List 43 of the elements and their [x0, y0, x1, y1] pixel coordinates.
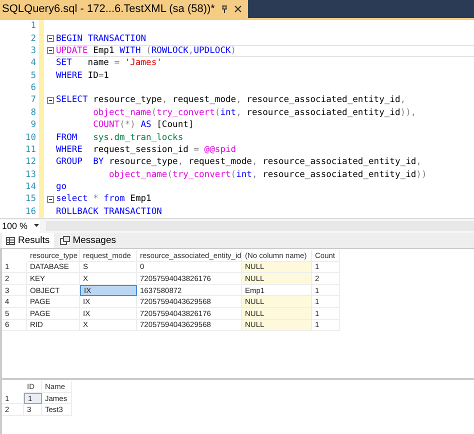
line-number: 8: [30, 108, 36, 118]
results-tab[interactable]: Results: [2, 233, 54, 248]
code-line: object_name(try_convert(int, resource_associated_entity_id)),: [92, 108, 416, 118]
caret-icon: [34, 224, 39, 228]
code-line: SET name = 'James': [56, 58, 162, 68]
code-line: object_name(try_convert(int, resource_associated_entity_id)): [108, 170, 427, 180]
code-line: select * from Emp1: [56, 194, 152, 204]
line-number: 12: [24, 157, 36, 168]
line-number: 11: [24, 144, 36, 155]
line-number: 1: [30, 21, 36, 32]
grid-icon: [6, 236, 15, 244]
code-line: go: [56, 182, 67, 192]
line-number: 4: [30, 58, 36, 68]
code-line: ROLLBACK TRANSACTION: [56, 206, 162, 217]
line-number: 16: [24, 206, 36, 217]
pin-icon[interactable]: [220, 5, 228, 13]
collapse-icon[interactable]: [47, 35, 54, 42]
code-line: GROUP BY resource_type, request_mode, resource_associated_entity_id,: [56, 157, 422, 168]
document-tab[interactable]: SQLQuery6.sql - 172...6.TestXML (sa (58))*: [0, 0, 248, 18]
code-line: WHERE ID=1: [56, 70, 109, 81]
line-number: 5: [30, 70, 36, 81]
code-line: UPDATE Emp1 WITH (ROWLOCK,UPDLOCK): [56, 46, 236, 56]
code-line: SELECT resource_type, request_mode, resource_associated_entity_id,: [56, 95, 406, 106]
line-number: 10: [24, 132, 36, 143]
zoom-dropdown[interactable]: 100 %: [0, 220, 40, 232]
results-tab[interactable]: Messages: [56, 233, 120, 248]
messages-icon: [60, 236, 70, 245]
code-line: BEGIN TRANSACTION: [56, 34, 146, 44]
line-number: 7: [30, 95, 36, 106]
code-line: WHERE request_session_id = @@spid: [56, 144, 236, 155]
close-icon[interactable]: [234, 5, 242, 13]
line-number: 6: [30, 83, 36, 94]
line-number: 3: [30, 46, 36, 56]
code-line: FROM sys.dm_tran_locks: [56, 132, 184, 143]
line-number: 9: [30, 120, 36, 130]
line-number: 2: [30, 34, 36, 44]
line-number: 15: [24, 194, 36, 204]
code-line: COUNT(*) AS [Count]: [92, 120, 194, 130]
line-number: 14: [24, 182, 36, 192]
collapse-icon[interactable]: [47, 96, 54, 104]
collapse-icon[interactable]: [47, 196, 54, 203]
collapse-icon[interactable]: [47, 47, 54, 54]
line-number: 13: [24, 170, 36, 180]
